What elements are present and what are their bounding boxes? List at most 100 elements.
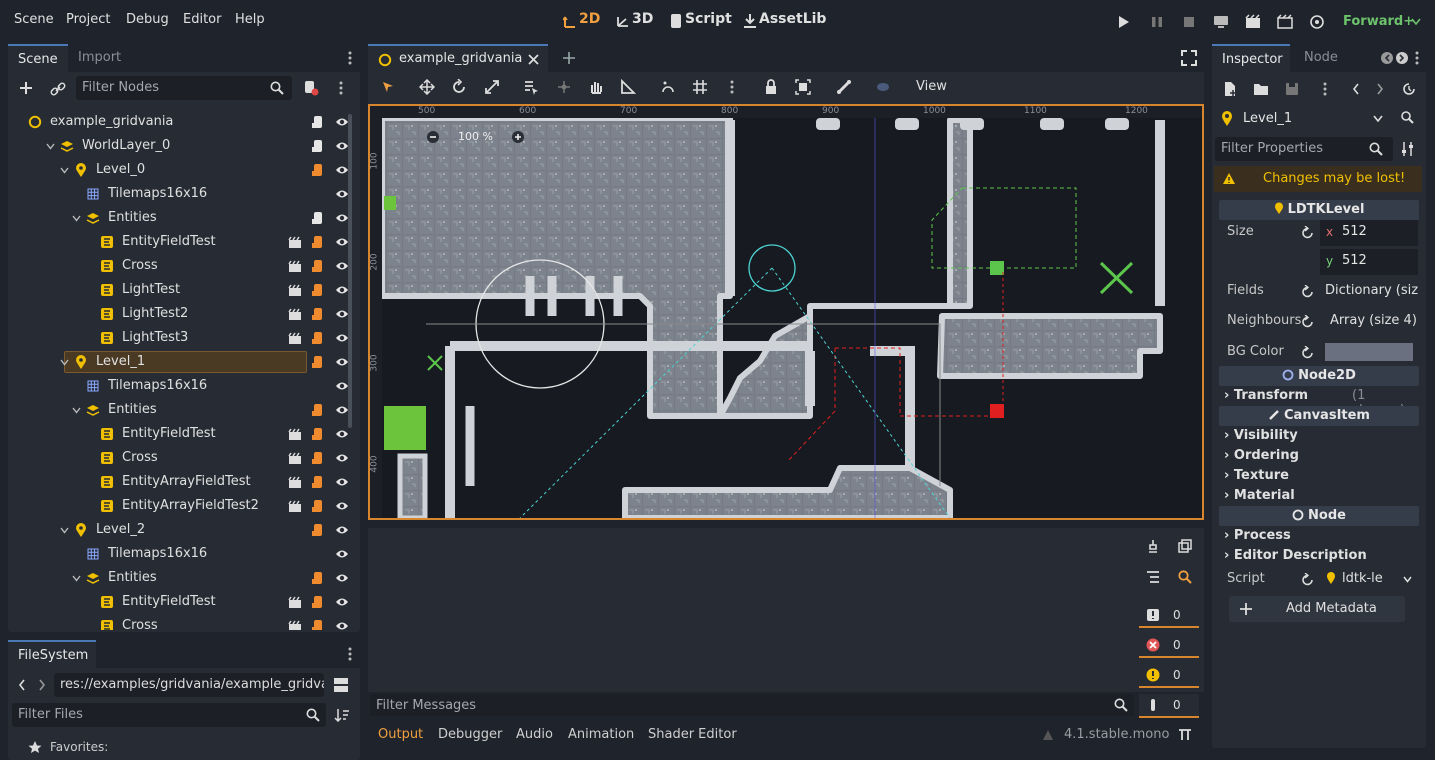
script-icon[interactable] — [311, 163, 325, 177]
split-view-icon[interactable] — [333, 677, 349, 693]
instance-icon[interactable] — [288, 475, 302, 489]
tab-audio[interactable]: Audio — [516, 727, 553, 742]
link-icon[interactable] — [50, 81, 66, 97]
visibility-eye-icon[interactable] — [335, 260, 348, 272]
path-field[interactable]: res://examples/gridvania/example_gridvan — [54, 673, 324, 697]
expand-chevron-icon[interactable] — [60, 527, 69, 534]
size-y-field[interactable]: y 512 — [1320, 249, 1418, 275]
script-revert-icon[interactable] — [1301, 573, 1314, 586]
visibility-eye-icon[interactable] — [335, 236, 348, 248]
tree-item[interactable]: Cross — [12, 446, 348, 470]
tab-shader-editor[interactable]: Shader Editor — [648, 727, 737, 742]
script-icon[interactable] — [311, 283, 325, 297]
tree-item[interactable]: Entities — [12, 206, 348, 230]
menu-debug[interactable]: Debug — [126, 12, 169, 27]
filter-search-icon[interactable] — [1178, 570, 1192, 584]
sort-icon[interactable] — [334, 708, 350, 722]
kebab-menu-icon[interactable] — [348, 51, 352, 65]
pivot-tool-icon[interactable] — [556, 79, 572, 95]
rotate-tool-icon[interactable] — [451, 79, 467, 95]
visibility-eye-icon[interactable] — [335, 596, 348, 608]
stop-icon[interactable] — [1182, 15, 1196, 29]
script-icon[interactable] — [311, 499, 325, 513]
visibility-eye-icon[interactable] — [335, 524, 348, 536]
tree-item[interactable]: Tilemaps16x16 — [12, 542, 348, 566]
script-icon[interactable] — [311, 331, 325, 345]
instance-icon[interactable] — [288, 619, 302, 630]
canvas-viewport[interactable]: 500 600 700 800 900 1000 1100 1200 100 200 300 400… — [368, 104, 1204, 520]
instance-icon[interactable] — [288, 283, 302, 297]
zoom-out-icon[interactable] — [426, 130, 440, 144]
zoom-level[interactable]: 100 % — [458, 130, 493, 143]
editor-msg-count-button[interactable]: 0 — [1139, 694, 1199, 718]
neighbours-value[interactable]: Array (size 4) — [1330, 313, 1417, 328]
instance-icon[interactable] — [288, 499, 302, 513]
visibility-eye-icon[interactable] — [335, 356, 348, 368]
fields-value[interactable]: Dictionary (siz — [1325, 283, 1418, 298]
script-icon[interactable] — [311, 115, 325, 129]
add-metadata-button[interactable]: Add Metadata — [1229, 596, 1405, 622]
expand-chevron-icon[interactable] — [46, 143, 55, 150]
tab-output[interactable]: Output — [378, 727, 423, 742]
back-arrow-icon[interactable] — [18, 679, 26, 691]
script-filter-icon[interactable] — [303, 80, 319, 96]
visibility-eye-icon[interactable] — [335, 428, 348, 440]
size-x-field[interactable]: x 512 — [1320, 220, 1418, 246]
filter-properties-input[interactable]: Filter Properties — [1215, 137, 1393, 161]
visibility-eye-icon[interactable] — [335, 140, 348, 152]
pin-panel-icon[interactable] — [1178, 729, 1192, 741]
script-icon[interactable] — [311, 211, 325, 225]
visibility-eye-icon[interactable] — [335, 284, 348, 296]
renderer-selector[interactable]: Forward+ — [1343, 14, 1414, 29]
script-icon[interactable] — [311, 571, 325, 585]
category-editor-description[interactable]: › Editor Description — [1224, 548, 1367, 563]
visibility-eye-icon[interactable] — [335, 188, 348, 200]
scale-tool-icon[interactable] — [484, 79, 500, 95]
instance-icon[interactable] — [288, 235, 302, 249]
toolbar-kebab-icon[interactable] — [730, 80, 734, 94]
scene-kebab-icon[interactable] — [339, 81, 343, 95]
instance-icon[interactable] — [288, 331, 302, 345]
expand-chevron-icon[interactable] — [72, 575, 81, 582]
script-icon[interactable] — [311, 619, 325, 630]
tree-item[interactable]: Entities — [12, 398, 348, 422]
camera-override-icon[interactable] — [875, 79, 891, 95]
grid-snap-icon[interactable] — [692, 79, 708, 95]
tab-debugger[interactable]: Debugger — [438, 727, 502, 742]
resource-kebab-icon[interactable] — [1323, 82, 1327, 96]
category-ordering[interactable]: › Ordering — [1224, 448, 1299, 463]
fields-revert-icon[interactable] — [1301, 285, 1314, 298]
group-icon[interactable] — [795, 79, 811, 95]
expand-chevron-icon[interactable] — [72, 215, 81, 222]
revert-icon[interactable] — [1301, 226, 1314, 239]
visibility-eye-icon[interactable] — [335, 164, 348, 176]
tree-item[interactable]: Level_0 — [12, 158, 348, 182]
tree-item[interactable]: Cross — [12, 614, 348, 630]
tree-item[interactable]: example_gridvania — [12, 110, 348, 134]
new-resource-icon[interactable] — [1222, 81, 1238, 97]
tree-item[interactable]: LightTest — [12, 278, 348, 302]
instance-icon[interactable] — [288, 307, 302, 321]
bgcolor-revert-icon[interactable] — [1301, 346, 1314, 359]
tab-animation[interactable]: Animation — [568, 727, 634, 742]
ruler-tool-icon[interactable] — [620, 79, 636, 95]
tree-item[interactable]: LightTest3 — [12, 326, 348, 350]
visibility-eye-icon[interactable] — [335, 380, 348, 392]
tree-item[interactable]: EntityFieldTest — [12, 230, 348, 254]
filter-messages-input[interactable]: Filter Messages — [370, 694, 1134, 716]
view-menu[interactable]: View — [916, 79, 947, 94]
filter-files-input[interactable]: Filter Files — [12, 703, 326, 727]
tree-item[interactable]: Level_1 — [12, 350, 348, 374]
copy-output-icon[interactable] — [1178, 539, 1192, 553]
level-canvas[interactable] — [370, 106, 1202, 518]
close-icon[interactable] — [528, 54, 539, 65]
category-material[interactable]: › Material — [1224, 488, 1295, 503]
move-tool-icon[interactable] — [419, 79, 435, 95]
tab-node[interactable]: Node — [1294, 44, 1344, 72]
tab-import[interactable]: Import — [68, 44, 138, 72]
scene-tree-scrollbar[interactable] — [348, 114, 352, 428]
instance-icon[interactable] — [288, 427, 302, 441]
instance-icon[interactable] — [288, 451, 302, 465]
play-scene-icon[interactable] — [1245, 14, 1261, 30]
bone-icon[interactable] — [836, 79, 852, 95]
